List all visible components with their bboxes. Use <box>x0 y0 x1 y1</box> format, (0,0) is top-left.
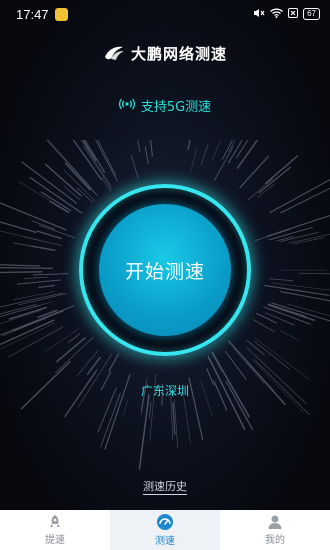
speed-ray <box>264 284 330 296</box>
speed-ray <box>264 155 299 185</box>
speed-ray <box>31 220 56 230</box>
speed-ray <box>0 221 37 234</box>
speed-ray <box>13 291 55 300</box>
app-header: 大鹏网络测速 <box>0 40 330 66</box>
rocket-icon <box>47 514 63 530</box>
app-notification-icon <box>54 7 68 21</box>
speed-ray <box>32 273 69 276</box>
speed-ray <box>17 279 61 285</box>
nav-item-speedtest[interactable]: 测速 <box>110 510 220 550</box>
speed-ray <box>0 304 37 315</box>
speed-ray <box>24 276 49 279</box>
app-title: 大鹏网络测速 <box>130 44 227 63</box>
speed-ray <box>83 146 112 189</box>
5g-support-label: 支持5G测速 <box>0 96 330 115</box>
nav-label-boost: 提速 <box>45 535 65 546</box>
signal-broadcast-icon <box>118 98 135 114</box>
speed-ray <box>43 328 80 353</box>
speed-ray <box>270 302 330 322</box>
speed-ray <box>254 338 310 380</box>
location-label: 广东深圳 <box>140 384 189 398</box>
speed-ray <box>266 214 330 237</box>
speed-ray <box>225 351 247 380</box>
nav-item-boost[interactable]: 提速 <box>0 510 110 550</box>
nav-item-mine[interactable]: 我的 <box>220 510 330 550</box>
start-speed-test-button[interactable]: 开始测速 <box>99 204 231 336</box>
speed-ray <box>13 242 35 248</box>
wifi-icon <box>270 8 284 21</box>
speed-ray <box>138 393 150 470</box>
start-button-ring[interactable]: 开始测速 <box>79 184 251 356</box>
speed-ray <box>265 312 295 326</box>
speed-ray <box>0 264 41 267</box>
dapeng-logo-icon <box>103 44 125 62</box>
speed-ray <box>137 140 141 153</box>
speed-ray <box>239 155 269 189</box>
nav-label-speedtest: 测速 <box>155 536 175 547</box>
speed-ray <box>8 326 64 358</box>
status-bar: 17:47 67 <box>0 0 330 28</box>
speed-ray <box>55 337 94 373</box>
speed-ray <box>148 402 152 419</box>
speed-ray <box>271 282 330 291</box>
speed-ray <box>279 330 299 341</box>
app-screen: 17:47 67 大鹏网络测速 支持5G测速 开始测速 广东深圳 测速历史 提速… <box>0 0 330 550</box>
speed-ray <box>150 140 153 157</box>
nav-label-mine: 我的 <box>265 535 285 546</box>
bottom-nav: 提速 测速 我的 <box>0 510 330 550</box>
speed-ray <box>221 140 233 160</box>
speed-ray <box>38 224 75 239</box>
speed-history-link[interactable]: 测速历史 <box>143 480 187 495</box>
speed-ray <box>211 353 223 373</box>
speed-ray <box>31 245 56 251</box>
sim-x-icon <box>288 7 299 21</box>
speed-ray <box>44 163 82 197</box>
speed-ray <box>187 140 191 151</box>
speed-ray <box>269 278 294 282</box>
speed-ray <box>213 145 234 182</box>
5g-support-text: 支持5G测速 <box>140 100 212 115</box>
battery-icon: 67 <box>303 8 320 20</box>
speed-ray <box>256 312 277 324</box>
speed-ray <box>0 267 53 269</box>
speed-ray <box>29 177 83 214</box>
speedometer-icon <box>156 513 174 531</box>
speed-ray <box>0 322 55 350</box>
speed-ray <box>200 144 209 165</box>
speed-ray <box>173 399 179 449</box>
speed-ray <box>280 187 330 214</box>
speed-ray <box>247 178 274 201</box>
speed-ray <box>23 236 63 247</box>
speed-ray <box>123 399 129 416</box>
speed-ray <box>82 140 97 161</box>
speed-ray <box>236 140 259 169</box>
speed-ray <box>298 272 330 275</box>
history-link-container: 测速历史 <box>0 475 330 495</box>
speed-ray <box>38 284 56 289</box>
speed-ray <box>130 154 139 179</box>
speed-ray <box>257 184 275 198</box>
speed-ray <box>258 166 291 194</box>
speed-ray <box>77 353 113 408</box>
speed-ray <box>269 178 330 214</box>
speed-ray <box>252 319 276 333</box>
speed-ray <box>86 356 101 375</box>
speed-ray <box>0 202 67 231</box>
user-icon <box>267 514 283 530</box>
speed-ray <box>0 271 43 274</box>
speed-ray <box>18 293 67 306</box>
status-time: 17:47 <box>16 6 49 22</box>
speed-ray <box>190 146 198 173</box>
speed-ray <box>233 348 265 384</box>
mute-icon <box>253 8 265 21</box>
speed-ray <box>144 146 149 164</box>
speed-ray <box>280 291 330 302</box>
